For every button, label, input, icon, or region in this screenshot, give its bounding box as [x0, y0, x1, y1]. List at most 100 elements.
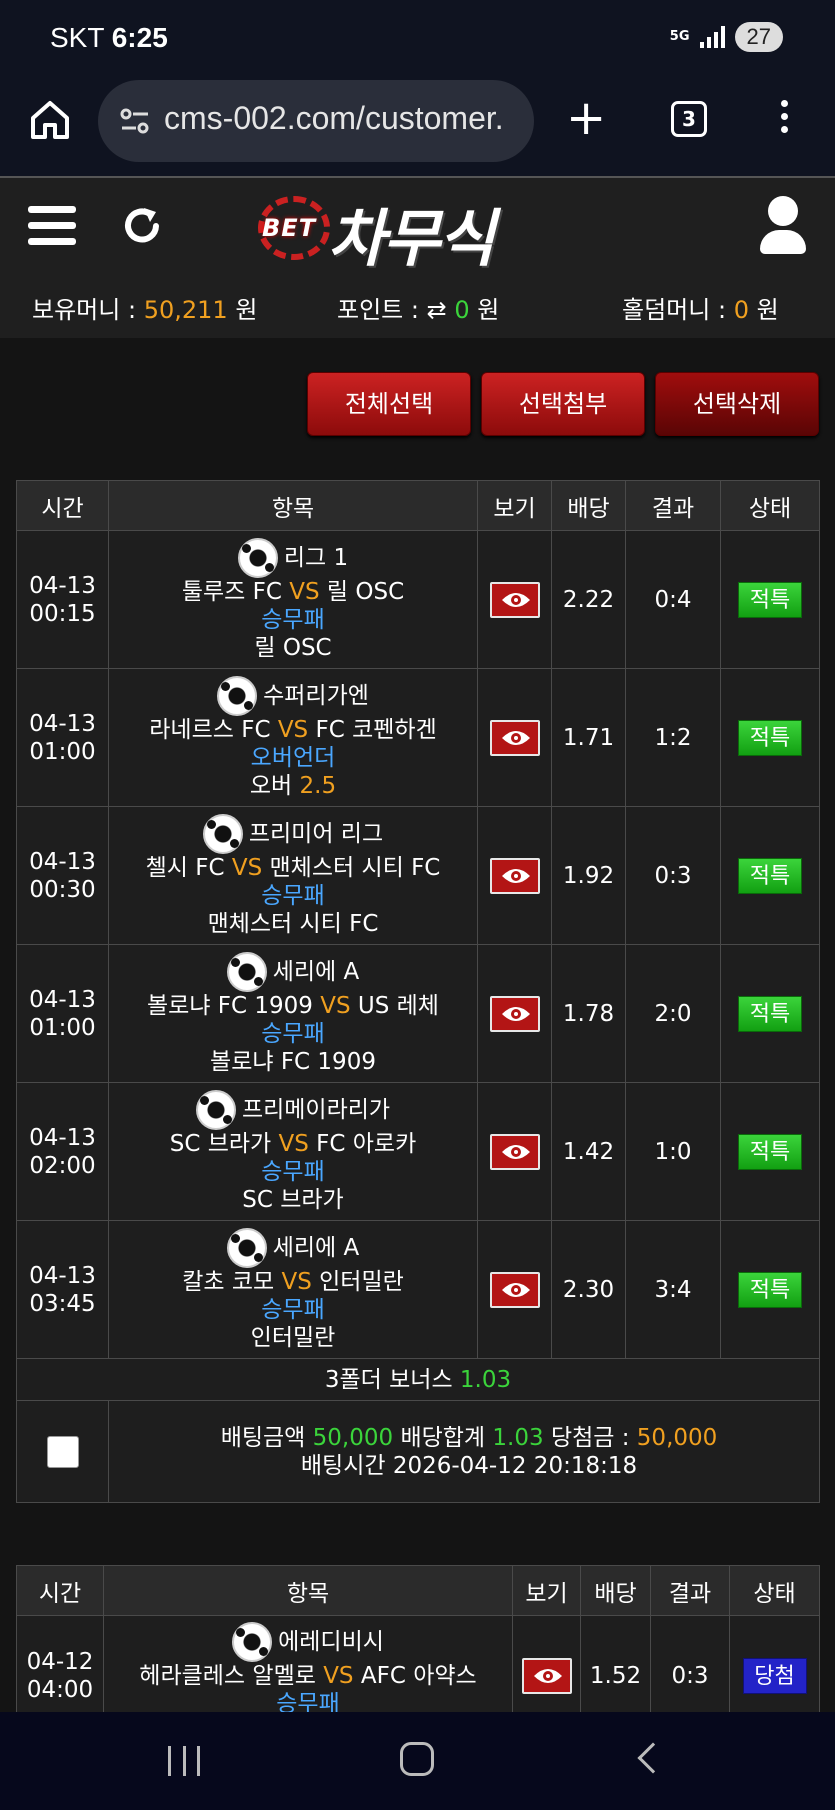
select-all-button[interactable]: 전체선택: [307, 372, 471, 436]
match-clock: 00:15: [29, 600, 96, 627]
money-label: 보유머니 :: [32, 296, 137, 324]
eye-icon: [501, 868, 530, 883]
away-team: AFC 아약스: [360, 1663, 477, 1689]
header-time: 시간: [16, 480, 109, 531]
select-checkbox[interactable]: [46, 1435, 79, 1468]
header-view: 보기: [477, 480, 552, 531]
bet-time-value: 2026-04-12 20:18:18: [392, 1452, 638, 1479]
wallet-money: 보유머니 : 50,211 원: [32, 290, 257, 325]
new-tab-plus-icon[interactable]: +: [566, 94, 606, 142]
view-cell: [477, 944, 552, 1083]
view-cell: [477, 530, 552, 669]
wallet-points: 포인트 : ⇄ 0 원: [337, 290, 499, 325]
match-date: 04-13: [29, 848, 96, 875]
view-eye-button[interactable]: [521, 1657, 572, 1694]
system-nav-bar: [0, 1712, 835, 1810]
match-date: 04-13: [29, 986, 96, 1013]
league-name: 프리메이라리가: [241, 1096, 391, 1123]
result-score: 2:0: [625, 944, 721, 1083]
header-time: 시간: [16, 1565, 104, 1616]
summary-line-2: 배팅시간 2026-04-12 20:18:18: [119, 1452, 819, 1480]
wallet-holdem: 홀덤머니 : 0 원: [622, 290, 779, 325]
holdem-value: 0: [733, 296, 749, 324]
refresh-icon[interactable]: [120, 204, 164, 248]
signal-icon: [699, 26, 725, 48]
league-line: 프리미어 리그: [109, 813, 477, 854]
match-date: 04-13: [29, 572, 96, 599]
match-info: 세리에 A 칼초 코모 VS 인터밀란 승무패 인터밀란: [108, 1220, 478, 1359]
win-label: 당첨금 :: [550, 1424, 630, 1451]
vs-label: VS: [231, 854, 263, 881]
table-row: 04-13 01:00 수퍼리가엔 라네르스 FC VS FC 코펜하겐 오버언더 오버 …: [16, 668, 820, 807]
away-team: 릴 OSC: [326, 578, 405, 605]
carrier-time: SKT 6:25: [50, 22, 168, 54]
delete-selected-button[interactable]: 선택삭제: [655, 372, 819, 436]
away-team: FC 아로카: [316, 1130, 417, 1157]
league-line: 세리에 A: [109, 951, 477, 992]
pick-value: 인터밀란: [250, 1324, 336, 1351]
header-status: 상태: [729, 1565, 820, 1616]
match-clock: 01:00: [29, 1014, 96, 1041]
match-info: 수퍼리가엔 라네르스 FC VS FC 코펜하겐 오버언더 오버 2.5: [108, 668, 478, 807]
home-icon[interactable]: [28, 98, 72, 142]
site-header: BET 차무식 보유머니 : 50,211 원 포인트 : ⇄ 0 원 홀덤머니…: [0, 178, 835, 338]
teams-line: 볼로냐 FC 1909 VS US 레체: [109, 992, 477, 1020]
view-eye-button[interactable]: [489, 719, 540, 756]
user-account-icon[interactable]: [760, 196, 806, 254]
tab-switcher-button[interactable]: 3: [671, 101, 707, 137]
odds-value: 2.22: [551, 530, 626, 669]
view-eye-button[interactable]: [489, 1271, 540, 1308]
soccer-ball-icon: [226, 1227, 267, 1268]
attach-selected-button[interactable]: 선택첨부: [481, 372, 645, 436]
point-value: 0: [454, 296, 470, 324]
hamburger-menu-icon[interactable]: [28, 206, 76, 246]
view-eye-button[interactable]: [489, 1133, 540, 1170]
site-logo[interactable]: BET 차무식: [258, 188, 568, 275]
away-team: US 레체: [357, 992, 439, 1019]
match-clock: 03:45: [29, 1290, 96, 1317]
recent-apps-icon[interactable]: [168, 1746, 200, 1776]
logo-prefix: BET: [262, 214, 317, 242]
teams-line: 툴루즈 FC VS 릴 OSC: [109, 578, 477, 606]
summary-row: 배팅금액 50,000 배당합계 1.03 당첨금 : 50,000 배팅시간 2…: [16, 1400, 820, 1503]
pick-line: 볼로냐 FC 1909: [109, 1048, 477, 1076]
more-menu-icon[interactable]: [780, 100, 790, 140]
pick-line: 릴 OSC: [109, 634, 477, 662]
view-eye-button[interactable]: [489, 857, 540, 894]
league-line: 세리에 A: [109, 1227, 477, 1268]
result-score: 1:2: [625, 668, 721, 807]
view-eye-button[interactable]: [489, 581, 540, 618]
header-odds: 배당: [580, 1565, 651, 1616]
result-score: 3:4: [625, 1220, 721, 1359]
market-type: 승무패: [261, 1296, 325, 1323]
status-badge: 적특: [738, 1133, 802, 1170]
status-cell: 적특: [720, 806, 820, 945]
address-bar[interactable]: cms-002.com/customer.: [98, 80, 534, 162]
bonus-value: 1.03: [459, 1366, 512, 1393]
back-icon[interactable]: [637, 1742, 669, 1774]
url-text[interactable]: cms-002.com/customer.: [164, 100, 524, 137]
home-nav-icon[interactable]: [400, 1742, 434, 1776]
battery-icon: 27: [734, 22, 783, 52]
table-row: 04-13 01:00 세리에 A 볼로냐 FC 1909 VS US 레체 승무패 볼로…: [16, 944, 820, 1083]
odds-value: 1.71: [551, 668, 626, 807]
exchange-icon[interactable]: ⇄: [427, 296, 447, 324]
league-line: 리그 1: [109, 537, 477, 578]
match-info: 리그 1 툴루즈 FC VS 릴 OSC 승무패 릴 OSC: [108, 530, 478, 669]
teams-line: 라네르스 FC VS FC 코펜하겐: [109, 716, 477, 744]
match-date: 04-12: [26, 1648, 94, 1675]
table-row: 04-13 00:30 프리미어 리그 첼시 FC VS 맨체스터 시티 FC 승무패 맨…: [16, 806, 820, 945]
win-value: 50,000: [636, 1424, 718, 1451]
league-line: 수퍼리가엔: [109, 675, 477, 716]
match-clock: 00:30: [29, 876, 96, 903]
match-time: 04-13 00:15: [16, 530, 109, 669]
table-row: 04-13 00:15 리그 1 툴루즈 FC VS 릴 OSC 승무패 릴 OSC 2.…: [16, 530, 820, 669]
pick-line: 인터밀란: [109, 1324, 477, 1352]
view-eye-button[interactable]: [489, 995, 540, 1032]
pick-value: 맨체스터 시티 FC: [207, 910, 379, 937]
odds-value: 1.78: [551, 944, 626, 1083]
home-team: 첼시 FC: [145, 854, 225, 881]
browser-toolbar: cms-002.com/customer. + 3: [0, 78, 835, 178]
status-badge: 적특: [738, 995, 802, 1032]
site-settings-icon[interactable]: [120, 108, 150, 134]
